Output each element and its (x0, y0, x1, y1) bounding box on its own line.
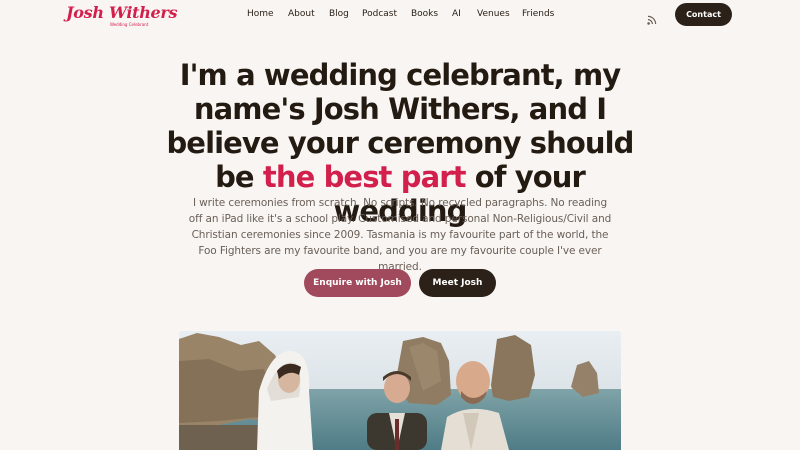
nav-link-home[interactable]: Home (247, 9, 274, 19)
nav-link-ai[interactable]: AI (452, 9, 461, 19)
nav-link-friends[interactable]: Friends (522, 9, 554, 19)
headline-line: believe your ceremony should (166, 126, 634, 160)
rss-icon[interactable] (647, 10, 657, 25)
headline-line: be (215, 160, 263, 194)
headline-line: I'm a wedding celebrant, my (179, 58, 622, 92)
headline-line: name's Josh Withers, and I (193, 92, 607, 126)
site-header: Josh Withers Wedding Celebrant Home Abou… (0, 0, 800, 30)
wedding-photo (179, 331, 621, 450)
nav-link-about[interactable]: About (288, 9, 315, 19)
headline-accent: the best part (262, 160, 467, 194)
enquire-button[interactable]: Enquire with Josh (304, 269, 411, 297)
meet-josh-button[interactable]: Meet Josh (419, 269, 496, 297)
nav-link-venues[interactable]: Venues (477, 9, 510, 19)
hero-intro: I write ceremonies from scratch. No scri… (188, 197, 612, 273)
nav-link-books[interactable]: Books (411, 9, 438, 19)
contact-button[interactable]: Contact (675, 3, 732, 26)
nav-link-podcast[interactable]: Podcast (362, 9, 397, 19)
nav-link-blog[interactable]: Blog (329, 9, 349, 19)
